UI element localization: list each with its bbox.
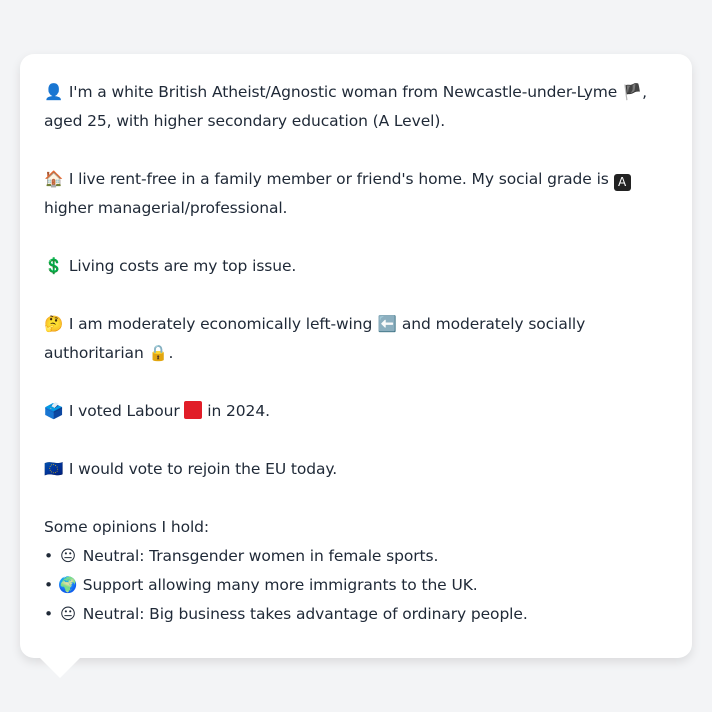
person-icon: 👤: [44, 83, 64, 101]
speech-bubble-tail: [40, 658, 80, 678]
labour-red-square-icon: [184, 401, 203, 419]
identity-text: I'm a white British Atheist/Agnostic wom…: [68, 83, 618, 101]
social-grade-text: higher managerial/professional.: [44, 199, 288, 217]
opinions-section: Some opinions I hold: • 😐 Neutral: Trans…: [44, 513, 668, 629]
lock-icon: 🔒: [148, 344, 169, 362]
ideology-text-3: .: [168, 344, 174, 362]
vote-text: I voted Labour: [68, 402, 180, 420]
opinion-item: • 😐 Neutral: Transgender women in female…: [44, 542, 668, 571]
opinions-heading: Some opinions I hold:: [44, 518, 210, 536]
house-icon: 🏠: [44, 170, 64, 188]
dollar-icon: 💲: [44, 257, 64, 275]
vote-paragraph: 🗳️ I voted Labour in 2024.: [44, 397, 668, 426]
vote-text-2: in 2024.: [207, 402, 270, 420]
neutral-face-icon: 😐: [59, 605, 76, 623]
eu-paragraph: 🇪🇺 I would vote to rejoin the EU today.: [44, 455, 668, 484]
opinion-item: • 😐 Neutral: Big business takes advantag…: [44, 600, 668, 629]
eu-flag-icon: 🇪🇺: [44, 460, 64, 478]
thinking-face-icon: 🤔: [44, 315, 64, 333]
housing-paragraph: 🏠 I live rent-free in a family member or…: [44, 165, 668, 223]
ballot-box-icon: 🗳️: [44, 402, 64, 420]
eu-text: I would vote to rejoin the EU today.: [68, 460, 338, 478]
bullet: •: [44, 547, 54, 565]
persona-card: 👤 I'm a white British Atheist/Agnostic w…: [20, 54, 692, 658]
neutral-face-icon: 😐: [59, 547, 76, 565]
issue-text: Living costs are my top issue.: [68, 257, 297, 275]
ideology-text: I am moderately economically left-wing: [68, 315, 373, 333]
issue-paragraph: 💲 Living costs are my top issue.: [44, 252, 668, 281]
bullet: •: [44, 576, 54, 594]
england-flag-icon: 🏴: [622, 83, 642, 101]
globe-icon: 🌍: [58, 576, 78, 594]
opinion-item: • 🌍 Support allowing many more immigrant…: [44, 571, 668, 600]
identity-paragraph: 👤 I'm a white British Atheist/Agnostic w…: [44, 78, 668, 136]
bullet: •: [44, 605, 54, 623]
social-grade-badge: A: [613, 174, 631, 191]
left-arrow-icon: ⬅️: [377, 315, 397, 333]
opinion-text: Neutral: Big business takes advantage of…: [82, 605, 528, 623]
opinion-text: Neutral: Transgender women in female spo…: [82, 547, 439, 565]
ideology-paragraph: 🤔 I am moderately economically left-wing…: [44, 310, 668, 368]
opinion-text: Support allowing many more immigrants to…: [82, 576, 478, 594]
housing-text: I live rent-free in a family member or f…: [68, 170, 609, 188]
